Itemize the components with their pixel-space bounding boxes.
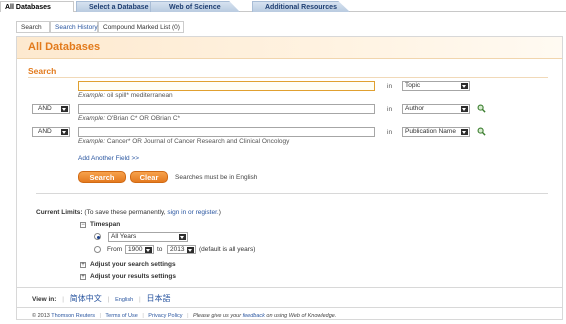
current-limits-line: Current Limits: (To save these permanent… [36,209,221,216]
page-title: All Databases [28,41,101,53]
topic-example: Example: oil spill* mediterranean [78,92,173,99]
publication-example: Example: Cancer* OR Journal of Cancer Re… [78,138,290,145]
chevron-down-icon [61,106,68,112]
boolean-select-row3[interactable]: AND [32,127,70,137]
limits-divider [36,193,548,194]
timespan-label: Timespan [90,221,121,228]
feedback-link[interactable]: feedback [243,313,265,319]
field-select-publication[interactable]: Publication Name [402,127,470,137]
publication-lookup-icon[interactable] [477,127,486,136]
field-select-author[interactable]: Author [402,104,470,114]
chevron-down-icon [179,234,186,240]
limits-hint-end: ) [218,209,221,216]
search-heading: Search [28,66,57,76]
database-tabbar: All Databases Select a Database Web of S… [0,0,566,12]
field-select-topic[interactable]: Topic [402,81,470,91]
tab-select-database[interactable]: Select a Database [76,1,160,12]
copyright-text: © 2013 [32,313,50,319]
expand-search-settings-icon[interactable]: + [80,262,86,268]
search-button[interactable]: Search [78,171,126,183]
chevron-down-icon [187,247,194,253]
lang-japanese-link[interactable]: 日本語 [146,294,170,303]
privacy-link[interactable]: Privacy Policy [148,313,182,319]
terms-link[interactable]: Terms of Use [105,313,137,319]
search-heading-divider [28,77,548,78]
current-limits-label: Current Limits: [36,209,83,216]
lang-english-link[interactable]: English [115,297,133,303]
default-years-note: (default is all years) [199,246,256,253]
in-label: in [387,83,393,90]
limits-hint: (To save these permanently, [84,209,166,216]
thomson-reuters-link[interactable]: Thomson Reuters [51,313,95,319]
tab-all-databases[interactable]: All Databases [0,1,74,12]
adjust-search-settings[interactable]: Adjust your search settings [90,261,176,268]
author-lookup-icon[interactable] [477,104,486,113]
subtab-search-history[interactable]: Search History [50,21,98,33]
all-years-select[interactable]: All Years [108,232,188,242]
chevron-down-icon [145,247,152,253]
chevron-down-icon [461,106,468,112]
to-label: to [157,246,163,253]
boolean-select-row2[interactable]: AND [32,104,70,114]
adjust-results-settings[interactable]: Adjust your results settings [90,273,176,280]
clear-button[interactable]: Clear [130,171,168,183]
from-label: From [107,246,123,253]
from-year-select[interactable]: 1900 [125,245,154,254]
publication-search-input[interactable] [78,127,375,137]
sign-in-link[interactable]: sign in or register. [167,209,218,216]
topic-search-input[interactable] [78,81,375,91]
in-label: in [387,106,393,113]
subtab-compound-marked-list[interactable]: Compound Marked List (0) [98,21,184,33]
lang-chinese-link[interactable]: 简体中文 [70,294,102,303]
chevron-down-icon [61,129,68,135]
to-year-select[interactable]: 2013 [167,245,196,254]
tab-web-of-science[interactable]: Web of Science [150,1,240,12]
feedback-post: on using Web of Knowledge. [266,313,337,319]
view-divider [17,287,562,288]
collapse-timespan-icon[interactable]: − [80,222,86,228]
view-in-label: View in: [32,296,57,303]
chevron-down-icon [461,129,468,135]
expand-results-settings-icon[interactable]: + [80,274,86,280]
subtab-search[interactable]: Search [16,21,50,33]
english-note: Searches must be in English [175,174,258,181]
chevron-down-icon [461,83,468,89]
add-another-field-link[interactable]: Add Another Field >> [78,155,139,162]
footer-divider [17,307,562,308]
view-in-bar: View in: | 简体中文 | English | 日本語 [32,294,171,303]
author-search-input[interactable] [78,104,375,114]
feedback-pre: Please give us your [193,313,242,319]
tab-additional-resources[interactable]: Additional Resources [252,1,350,12]
all-years-radio[interactable] [94,233,101,240]
footer: © 2013 Thomson Reuters | Terms of Use | … [32,313,337,319]
author-example: Example: O'Brian C* OR OBrian C* [78,115,181,122]
in-label: in [387,129,393,136]
year-range-radio[interactable] [94,246,101,253]
